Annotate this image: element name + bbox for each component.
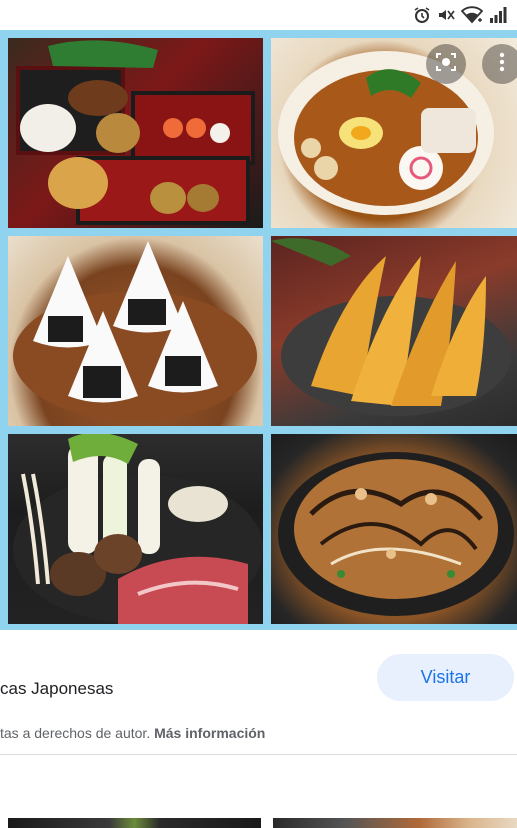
related-image-1[interactable] xyxy=(8,818,261,828)
alarm-icon xyxy=(413,6,431,24)
signal-icon xyxy=(489,6,507,24)
more-options-button[interactable] xyxy=(482,44,517,84)
onigiri-image xyxy=(8,236,263,426)
mute-icon xyxy=(437,6,455,24)
more-info-link[interactable]: Más información xyxy=(154,725,265,741)
related-image-2[interactable] xyxy=(273,818,517,828)
more-vert-icon xyxy=(499,52,505,77)
copyright-text: tas a derechos de autor. xyxy=(0,725,151,741)
bento-image xyxy=(8,38,263,228)
lens-icon xyxy=(435,51,457,78)
copyright-notice: tas a derechos de autor. Más información xyxy=(0,725,265,741)
sukiyaki-image xyxy=(8,434,263,624)
tempura-image xyxy=(271,236,517,426)
result-title[interactable]: cas Japonesas xyxy=(0,679,113,699)
status-bar xyxy=(0,0,517,30)
status-icons xyxy=(413,6,507,24)
okonomiyaki-image xyxy=(271,434,517,624)
divider xyxy=(0,754,517,755)
wifi-icon xyxy=(461,6,483,24)
visit-button[interactable]: Visitar xyxy=(377,654,514,701)
ramen-image xyxy=(271,38,517,228)
lens-button[interactable] xyxy=(426,44,466,84)
result-image[interactable] xyxy=(0,30,517,630)
